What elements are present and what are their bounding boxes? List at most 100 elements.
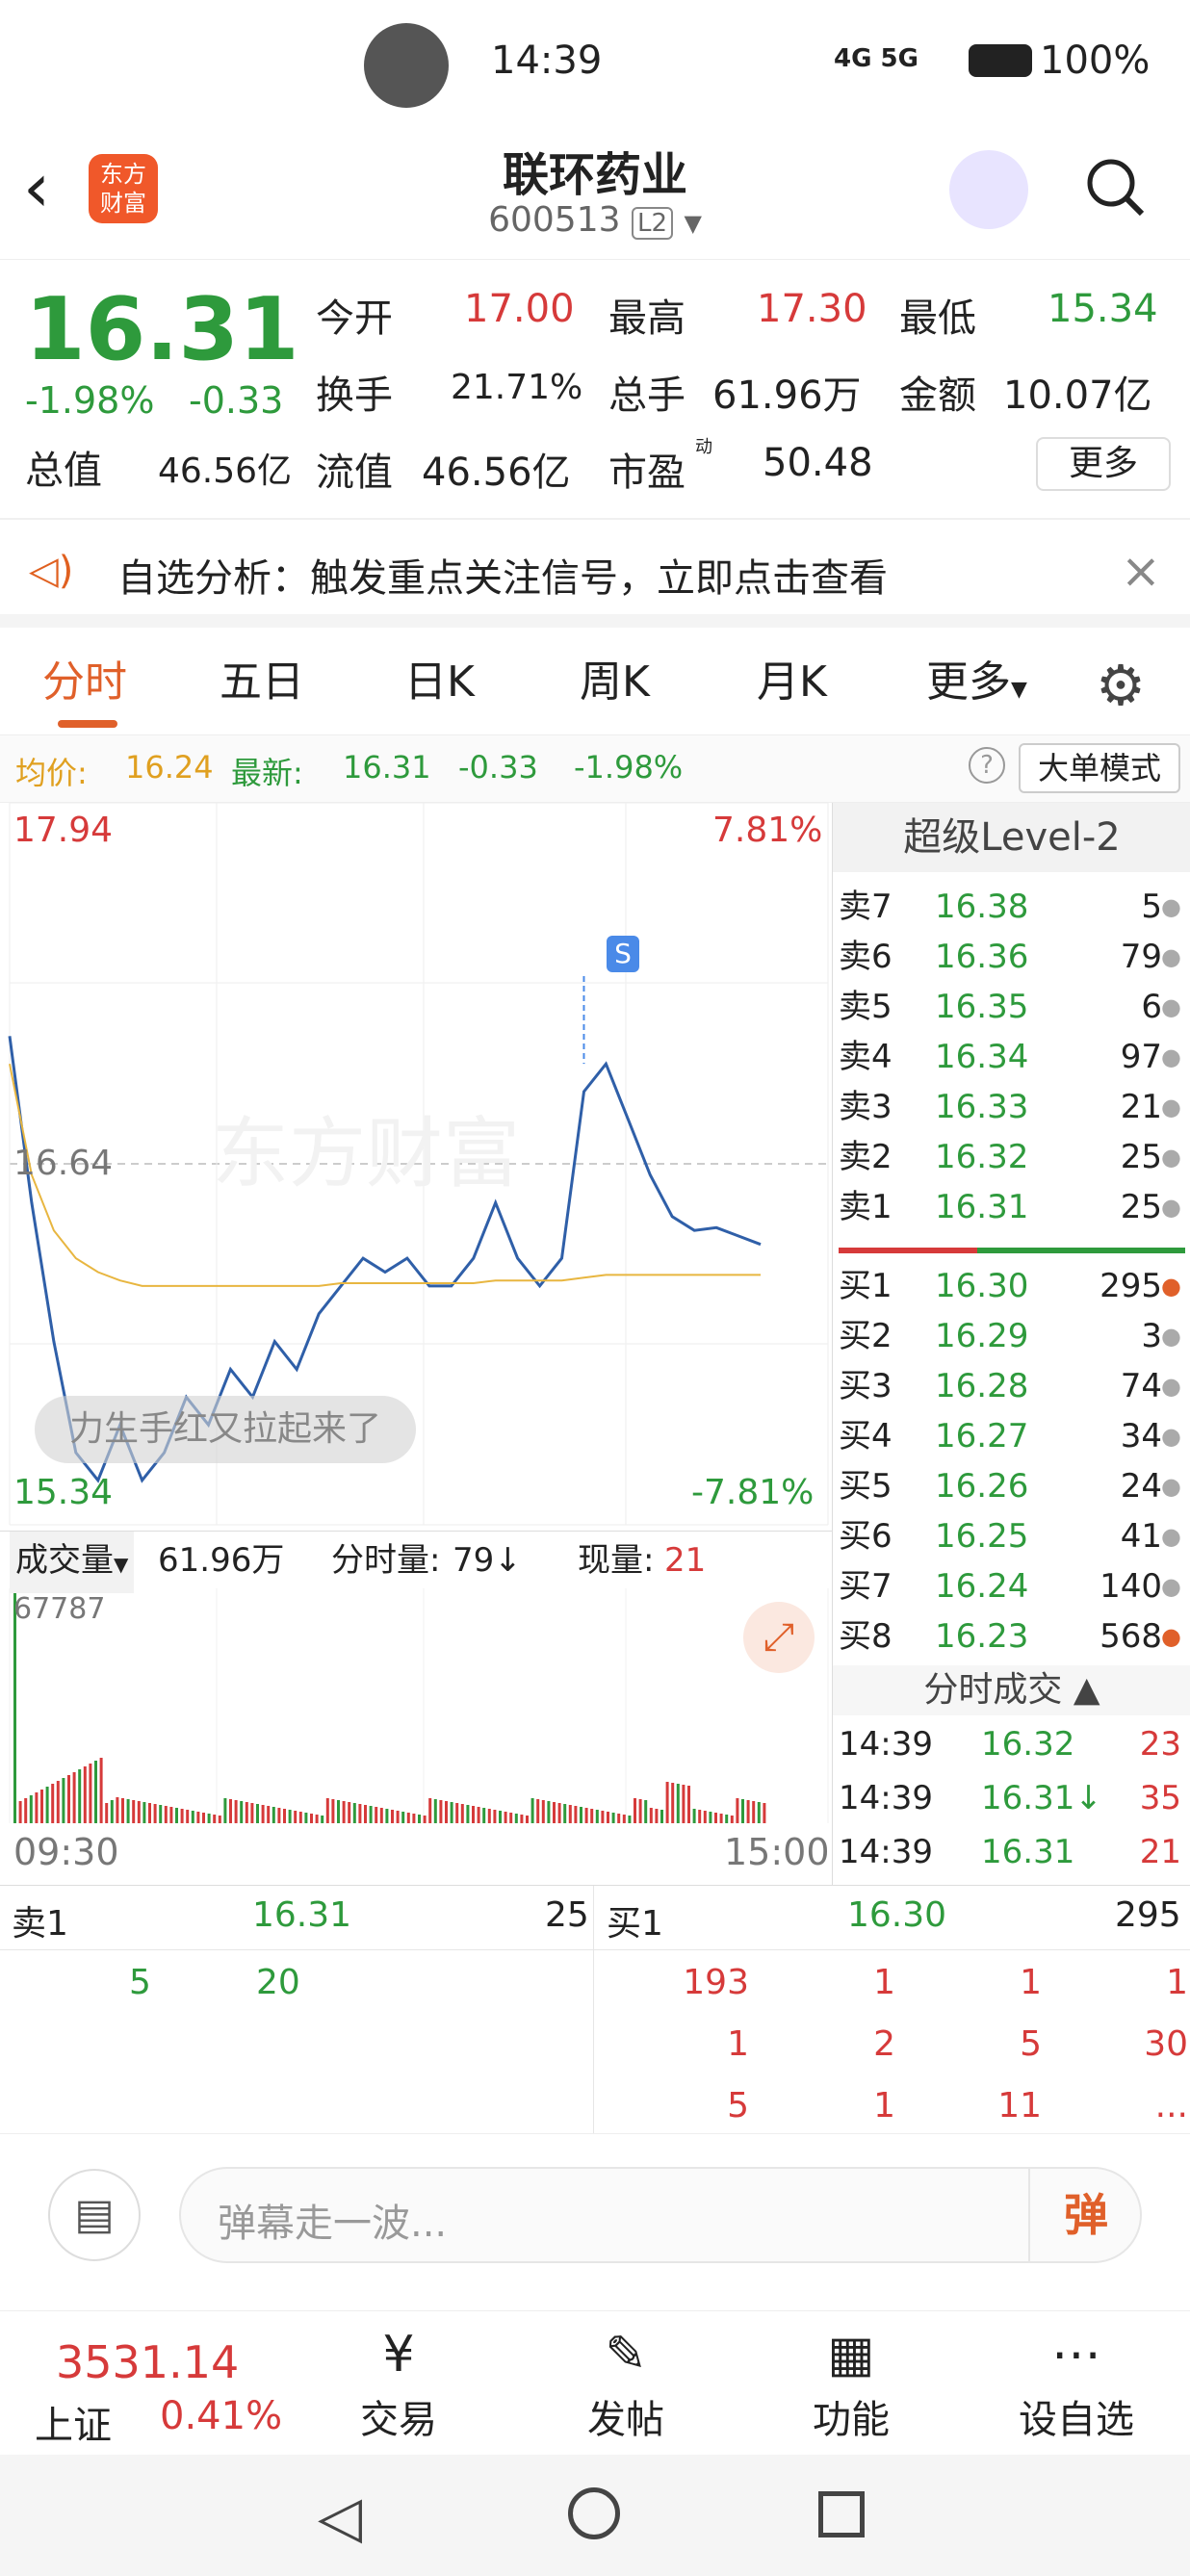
close-icon[interactable]: × [1121, 543, 1161, 599]
nav-post[interactable]: ✎ 发帖 [539, 2321, 712, 2446]
ask-row[interactable]: 卖7 16.38 5 ● [839, 882, 1185, 932]
volume-bar [391, 1810, 394, 1823]
bid-price: 16.26 [935, 1467, 1029, 1506]
tab-more[interactable]: 更多▼ [926, 649, 1027, 716]
buy-order: 1 [873, 2086, 895, 2125]
help-icon[interactable]: ? [969, 747, 1005, 784]
bid-row[interactable]: 买7 16.24 140 ● [839, 1561, 1185, 1611]
bid-label: 买4 [839, 1417, 892, 1455]
volume-selector[interactable]: 成交量▼ [10, 1532, 135, 1593]
ask-row[interactable]: 卖6 16.36 79 ● [839, 932, 1185, 982]
volume-bar [698, 1810, 702, 1823]
low-label: 最低 [899, 296, 976, 341]
expand-icon[interactable]: ⤢ [743, 1602, 815, 1673]
tab-daily[interactable]: 日K [404, 649, 475, 716]
volume-bar [175, 1808, 178, 1823]
bid-row[interactable]: 买2 16.29 3 ● [839, 1311, 1185, 1361]
current-volume-label: 现量: [578, 1541, 655, 1580]
ask-row[interactable]: 卖1 16.31 25 ● [839, 1182, 1185, 1232]
volume-bar [433, 1799, 437, 1823]
tab-intraday[interactable]: 分时 [42, 649, 127, 716]
dot-icon: ● [1161, 1573, 1181, 1600]
index-widget[interactable]: 3531.14 上证 0.41% [29, 2336, 298, 2448]
tick-volume-value: 79↓ [453, 1541, 522, 1580]
ask-row[interactable]: 卖3 16.33 21 ● [839, 1082, 1185, 1132]
spread-divider [839, 1248, 1185, 1253]
grid-icon: ▦ [827, 2326, 875, 2383]
volume-bar [218, 1816, 221, 1823]
volume-bar [229, 1799, 232, 1823]
post-list-icon[interactable]: ▤ [48, 2169, 141, 2261]
orderbook-title[interactable]: 超级Level-2 [833, 803, 1190, 872]
latest-label: 最新: [231, 755, 303, 791]
chart-svg [8, 803, 829, 1823]
bid-row[interactable]: 买6 16.25 41 ● [839, 1511, 1185, 1561]
tick-time: 14:39 [839, 1779, 933, 1817]
dot-icon: ● [1161, 1194, 1181, 1221]
nav-trade[interactable]: ¥ 交易 [312, 2321, 485, 2446]
ask-row[interactable]: 卖2 16.32 25 ● [839, 1132, 1185, 1182]
volume-bar [493, 1810, 497, 1823]
ticks-title[interactable]: 分时成交 ▲ [833, 1665, 1190, 1715]
volume-bar [460, 1804, 464, 1823]
ask-row[interactable]: 卖5 16.35 6 ● [839, 982, 1185, 1032]
volume-bar [719, 1814, 723, 1823]
tab-monthly[interactable]: 月K [757, 649, 827, 716]
volume-bar [142, 1802, 146, 1823]
robot-icon[interactable] [949, 150, 1028, 229]
nav-functions[interactable]: ▦ 功能 [764, 2321, 938, 2446]
ask-label: 卖3 [839, 1088, 892, 1126]
search-icon[interactable] [1084, 156, 1146, 218]
volume-bar [83, 1766, 87, 1823]
gear-icon[interactable]: ⚙ [1096, 653, 1146, 718]
ask-label: 卖4 [839, 1038, 892, 1076]
back-nav-icon[interactable]: ◁ [318, 2484, 362, 2551]
bid-price: 16.30 [935, 1267, 1029, 1305]
ask-vol: 79 [1120, 938, 1162, 976]
alert-banner[interactable]: ◁) 自选分析：触发重点关注信号，立即点击查看 × [0, 520, 1190, 628]
volume-bar [487, 1809, 491, 1823]
bid-price: 16.25 [935, 1517, 1029, 1556]
volume-bar [580, 1807, 582, 1823]
ask-price: 16.35 [935, 988, 1029, 1026]
volume-bar [553, 1802, 556, 1823]
change-pct: -1.98% [25, 379, 155, 422]
volume-bar [423, 1816, 427, 1823]
queue-vdivider [593, 1886, 594, 2134]
volume-value: 61.96万 [712, 374, 862, 418]
signal-marker[interactable]: S [607, 936, 639, 972]
tick-vol: 21 [1139, 1833, 1181, 1871]
volume-bar [660, 1810, 663, 1823]
volume-bar [234, 1800, 238, 1823]
intraday-chart[interactable]: 东方财富 17.94 7.81% 16.64 15.34 -7.81% S 力生… [0, 803, 832, 1885]
bid-row[interactable]: 买8 16.23 568 ● [839, 1611, 1185, 1662]
bid-row[interactable]: 买5 16.26 24 ● [839, 1461, 1185, 1511]
ask-price: 16.36 [935, 938, 1029, 976]
nav-add-watch[interactable]: ⋯ 设自选 [990, 2321, 1163, 2446]
bid-row[interactable]: 买3 16.28 74 ● [839, 1361, 1185, 1411]
home-nav-icon[interactable] [568, 2487, 620, 2539]
ask-row[interactable]: 卖4 16.34 97 ● [839, 1032, 1185, 1082]
danmu-input[interactable]: 弹幕走一波... 弹 [179, 2167, 1142, 2263]
y-min-label: 15.34 [13, 1473, 114, 1512]
big-order-mode-button[interactable]: 大单模式 [1019, 743, 1180, 793]
more-button[interactable]: 更多 [1036, 437, 1171, 491]
float-value: 46.56亿 [422, 451, 571, 495]
bid-row[interactable]: 买4 16.27 34 ● [839, 1411, 1185, 1461]
tab-weekly[interactable]: 周K [580, 649, 650, 716]
trade-icon: ¥ [382, 2326, 415, 2383]
bid-vol: 24 [1120, 1467, 1162, 1506]
system-nav: ◁ [0, 2455, 1190, 2576]
danmu-button[interactable]: 弹 [1028, 2169, 1142, 2261]
volume-bar [321, 1816, 324, 1823]
tick-price: 16.31↓ [981, 1779, 1102, 1817]
tab-5day[interactable]: 五日 [220, 649, 304, 716]
recent-nav-icon[interactable] [818, 2491, 865, 2537]
speaker-icon: ◁) [29, 549, 74, 593]
volume-bar [132, 1800, 136, 1823]
bid-row[interactable]: 买1 16.30 295 ● [839, 1261, 1185, 1311]
volume-bar [763, 1803, 766, 1823]
tick-volume-label: 分时量: [331, 1541, 441, 1580]
ask-price: 16.33 [935, 1088, 1029, 1126]
time-start: 09:30 [13, 1831, 119, 1873]
